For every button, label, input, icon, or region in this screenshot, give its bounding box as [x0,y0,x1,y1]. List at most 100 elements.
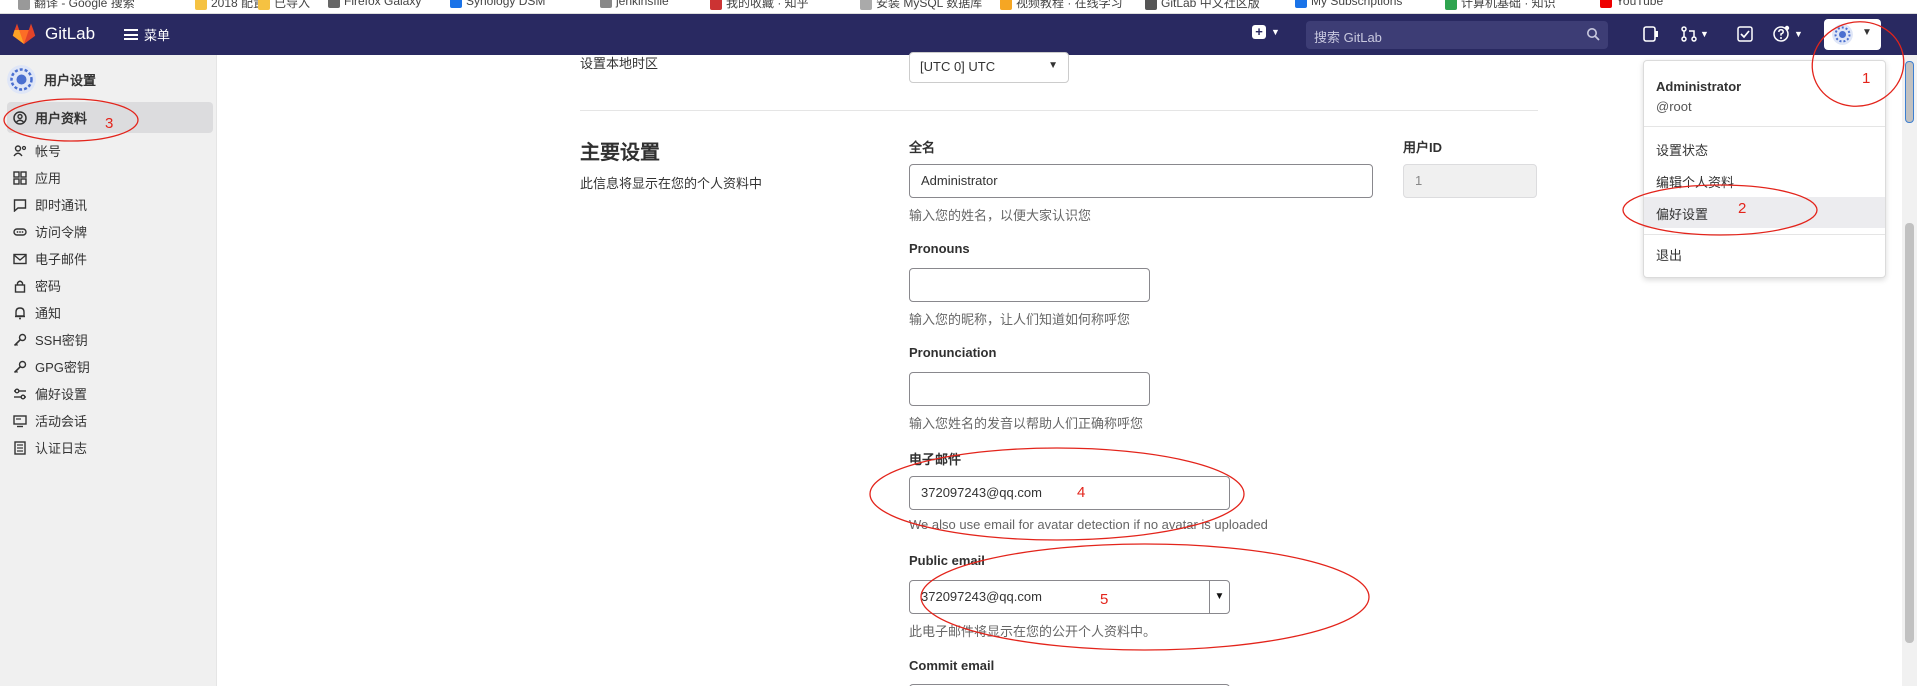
email-value: 372097243@qq.com [921,485,1042,500]
sidebar: 用户设置 用户资料 帐号 应用 即时通讯 访问令牌 电子邮件 密码 通知 SSH… [0,55,217,686]
pronunciation-help: 输入您姓名的发音以帮助人们正确称呼您 [909,416,1144,431]
sidebar-header[interactable]: 用户设置 [7,65,96,94]
sidebar-item-label: 密码 [35,279,62,294]
pronouns-field[interactable] [909,268,1150,302]
annotation-number: 3 [105,115,114,132]
lock-icon [14,280,26,293]
todo-icon[interactable] [1736,25,1754,43]
timezone-value: [UTC 0] UTC [920,59,996,74]
top-navbar: GitLab 菜单 + ▼ 搜索 GitLab ▼ ▼ ▼ [0,14,1917,55]
dropdown-user-name[interactable]: Administrator [1656,79,1741,94]
commit-email-label: Commit email [909,658,995,673]
key-icon [13,360,27,373]
monitor-icon [13,414,27,427]
chat-icon [13,198,27,212]
bookmark-item[interactable]: 已导入 [258,0,310,11]
sidebar-item-label: 用户资料 [35,111,88,126]
edit-profile-item[interactable]: 编辑个人资料 [1644,165,1885,196]
sidebar-item-label: 即时通讯 [35,198,88,213]
bookmark-item[interactable]: Firefox Galaxy [328,0,421,8]
user-dropdown-menu: Administrator @root 设置状态 编辑个人资料 偏好设置 退出 [1643,60,1886,278]
annotation-number: 4 [1077,484,1086,501]
sidebar-item-label: 电子邮件 [35,252,88,267]
profile-icon [13,110,27,125]
public-email-label: Public email [909,553,985,568]
help-icon[interactable] [1772,25,1790,43]
fullname-field[interactable]: Administrator [909,164,1373,198]
bookmark-item[interactable]: 2018 配置 [195,0,265,11]
hamburger-icon [124,29,138,40]
preferences-icon [14,388,26,399]
email-help: We also use email for avatar detection i… [909,517,1268,532]
bookmark-item[interactable]: 计算机基础 · 知识 [1445,0,1556,11]
timezone-label: 设置本地时区 [580,56,659,71]
gitlab-logo-icon[interactable] [12,23,36,45]
merge-requests-icon[interactable] [1680,25,1698,43]
mail-icon [13,253,27,264]
set-status-item[interactable]: 设置状态 [1644,133,1885,164]
bookmark-item[interactable]: YouTube [1600,0,1663,8]
bookmark-item[interactable]: GitLab 中文社区版 [1145,0,1260,11]
dropdown-divider [1644,234,1885,235]
token-icon [13,227,27,236]
timezone-select[interactable]: [UTC 0] UTC ▼ [909,52,1069,83]
sidebar-item-label: 认证日志 [35,441,88,456]
userid-field: 1 [1403,164,1537,198]
email-field[interactable]: 372097243@qq.com [909,476,1230,510]
fullname-label: 全名 [909,140,936,155]
bookmark-item[interactable]: 翻译 - Google 搜索 [18,0,135,11]
sign-out-item[interactable]: 退出 [1644,238,1885,269]
sidebar-item-auth-log[interactable]: 认证日志 [7,432,213,463]
pronouns-label: Pronouns [909,241,970,256]
menu-label: 菜单 [144,28,171,43]
menu-button[interactable]: 菜单 [124,25,170,44]
avatar [7,65,36,94]
annotation-number: 5 [1100,591,1109,608]
bookmarks-bar: 翻译 - Google 搜索 2018 配置 已导入 Firefox Galax… [0,0,1917,14]
bookmark-item[interactable]: 安装 MySQL 数据库 [860,0,982,11]
key-icon [13,333,27,346]
user-avatar-button[interactable]: ▼ [1824,19,1881,50]
public-email-select[interactable]: 372097243@qq.com ▼ [909,580,1230,614]
page-scrollbar[interactable] [1902,55,1917,686]
chevron-down-icon: ▼ [1209,581,1229,613]
bookmark-item[interactable]: 视频教程 · 在线学习 [1000,0,1123,11]
account-icon [13,144,27,156]
bell-icon [15,306,25,319]
preferences-item[interactable]: 偏好设置 [1644,197,1885,228]
scrollbar-thumb-top[interactable] [1905,61,1914,123]
search-placeholder: 搜索 GitLab [1314,30,1382,45]
dropdown-divider [1644,126,1885,127]
pronunciation-field[interactable] [909,372,1150,406]
fullname-value: Administrator [921,173,998,188]
public-email-help: 此电子邮件将显示在您的公开个人资料中。 [909,624,1157,639]
brand-name[interactable]: GitLab [45,24,95,44]
userid-label: 用户ID [1403,140,1443,155]
sidebar-item-label: 访问令牌 [35,225,88,240]
public-email-value: 372097243@qq.com [921,589,1042,604]
new-dropdown-button[interactable]: + ▼ [1252,25,1280,39]
search-input[interactable]: 搜索 GitLab [1306,21,1608,49]
chevron-down-icon[interactable]: ▼ [1794,29,1803,39]
bookmark-item[interactable]: 我的收藏 · 知乎 [710,0,809,11]
avatar [1832,24,1853,45]
userid-value: 1 [1415,173,1423,188]
bookmark-item[interactable]: Synology DSM [450,0,545,8]
log-icon [14,440,26,455]
sidebar-item-label: 偏好设置 [35,387,88,402]
scrollbar-thumb[interactable] [1905,223,1914,643]
sidebar-title: 用户设置 [44,73,97,88]
chevron-down-icon: ▼ [1862,27,1872,38]
section-divider [580,110,1538,111]
bookmark-item[interactable]: My Subscriptions [1295,0,1402,8]
section-title: 主要设置 [580,142,660,164]
sidebar-item-label: 通知 [35,306,62,321]
bookmark-item[interactable]: jenkinsfile [600,0,669,8]
applications-icon [13,170,27,185]
dropdown-username[interactable]: @root [1656,99,1692,114]
issues-icon[interactable] [1642,25,1660,43]
chevron-down-icon: ▼ [1271,27,1280,37]
chevron-down-icon[interactable]: ▼ [1700,29,1709,39]
sidebar-item-label: 帐号 [35,144,62,159]
sidebar-item-label: 活动会话 [35,414,88,429]
